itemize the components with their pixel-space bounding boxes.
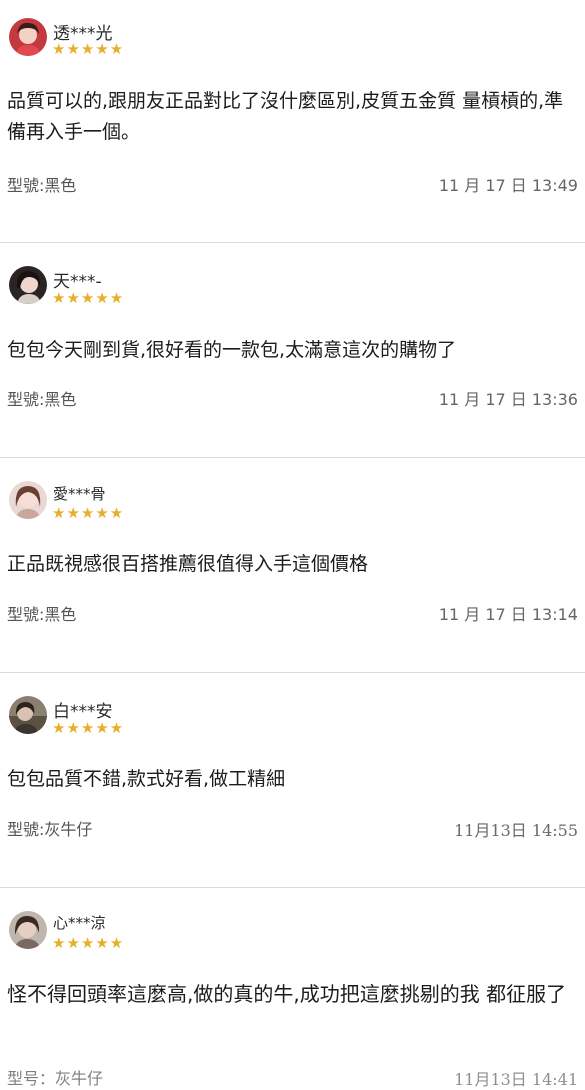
product-model: 型號:黑色 (7, 176, 77, 195)
user-avatar[interactable] (9, 266, 47, 304)
review-item: 心***涼 ★★★★★ 怪不得回頭率這麼高,做的真的牛,成功把這麼挑剔的我 都征… (0, 888, 585, 1089)
review-item: 透***光 ★★★★★ 品質可以的,跟朋友正品對比了沒什麼區別,皮質五金質 量槓… (0, 0, 585, 242)
star-rating: ★★★★★ (52, 40, 125, 58)
review-time: 11月13日 14:55 (454, 821, 578, 840)
review-text: 包包品質不錯,款式好看,做工精細 (7, 768, 286, 790)
star-rating: ★★★★★ (52, 289, 125, 307)
user-avatar[interactable] (9, 18, 47, 56)
product-model: 型號:灰牛仔 (7, 820, 93, 839)
user-avatar[interactable] (9, 696, 47, 734)
review-text: 包包今天剛到貨,很好看的一款包,太滿意這次的購物了 (7, 339, 457, 361)
user-avatar[interactable] (9, 481, 47, 519)
username: 心***涼 (53, 914, 106, 932)
review-item: 白***安 ★★★★★ 包包品質不錯,款式好看,做工精細 型號:灰牛仔 11月1… (0, 673, 585, 887)
product-model: 型号：灰牛仔 (7, 1069, 104, 1088)
product-model: 型號:黑色 (7, 605, 77, 624)
review-time: 11 月 17 日 13:36 (438, 390, 578, 409)
star-rating: ★★★★★ (52, 719, 125, 737)
review-time: 11 月 17 日 13:14 (438, 605, 578, 624)
review-item: 愛***骨 ★★★★★ 正品既視感很百搭推薦很值得入手這個價格 型號:黑色 11… (0, 458, 585, 672)
review-text: 怪不得回頭率這麼高,做的真的牛,成功把這麼挑剔的我 都征服了 (7, 982, 567, 1006)
product-model: 型號:黑色 (7, 390, 77, 409)
review-time: 11月13日 14:41 (454, 1070, 578, 1089)
review-text: 品質可以的,跟朋友正品對比了沒什麼區別,皮質五金質 量槓槓的,準備再入手一個。 (7, 90, 564, 143)
username: 愛***骨 (53, 485, 106, 503)
review-time: 11 月 17 日 13:49 (438, 176, 578, 195)
star-rating: ★★★★★ (52, 504, 125, 522)
star-rating: ★★★★★ (52, 934, 125, 952)
review-text: 正品既視感很百搭推薦很值得入手這個價格 (7, 553, 369, 575)
user-avatar[interactable] (9, 911, 47, 949)
review-item: 天***- ★★★★★ 包包今天剛到貨,很好看的一款包,太滿意這次的購物了 型號… (0, 243, 585, 457)
